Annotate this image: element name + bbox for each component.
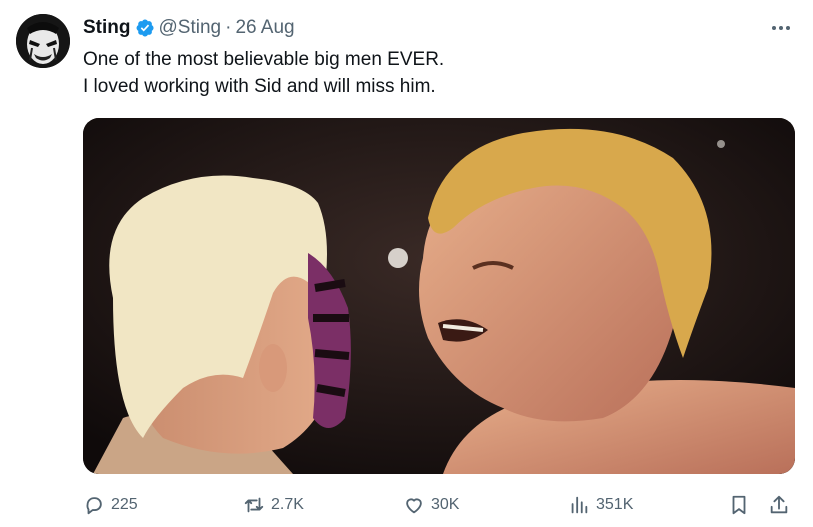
separator-dot: ·	[225, 17, 232, 38]
like-count: 30K	[431, 496, 460, 513]
bookmark-button[interactable]	[728, 490, 750, 520]
tweet-media-image[interactable]	[83, 118, 795, 474]
retweet-button[interactable]: 2.7K	[243, 490, 304, 520]
tweet-text: One of the most believable big men EVER.…	[83, 46, 444, 100]
share-icon	[770, 495, 788, 514]
wrestlers-photo	[83, 118, 795, 474]
views-button[interactable]: 351K	[568, 490, 633, 520]
reply-count: 225	[111, 496, 138, 513]
tweet-action-bar: 225 2.7K 30K 351K	[83, 490, 795, 520]
heart-icon	[406, 498, 422, 514]
tweet-text-line-1: One of the most believable big men EVER.	[83, 49, 445, 70]
retweet-icon	[244, 497, 264, 513]
tweet-header: Sting @Sting · 26 Aug	[83, 17, 295, 39]
user-handle[interactable]: @Sting	[159, 17, 222, 39]
share-button[interactable]	[768, 490, 790, 520]
reply-button[interactable]: 225	[83, 490, 138, 520]
tweet-date[interactable]: 26 Aug	[235, 17, 294, 39]
views-bar-chart-icon	[571, 496, 588, 514]
display-name[interactable]: Sting	[83, 17, 131, 39]
bookmark-icon	[732, 495, 746, 515]
avatar[interactable]	[16, 14, 70, 68]
reply-icon	[86, 497, 102, 515]
views-count: 351K	[596, 496, 634, 513]
tweet-text-line-2: I loved working with Sid and will miss h…	[83, 76, 436, 97]
verified-badge-icon[interactable]	[135, 18, 155, 38]
retweet-count: 2.7K	[271, 496, 304, 513]
more-options-icon[interactable]	[768, 17, 794, 39]
avatar-face-paint-image	[16, 14, 70, 68]
like-button[interactable]: 30K	[403, 490, 459, 520]
